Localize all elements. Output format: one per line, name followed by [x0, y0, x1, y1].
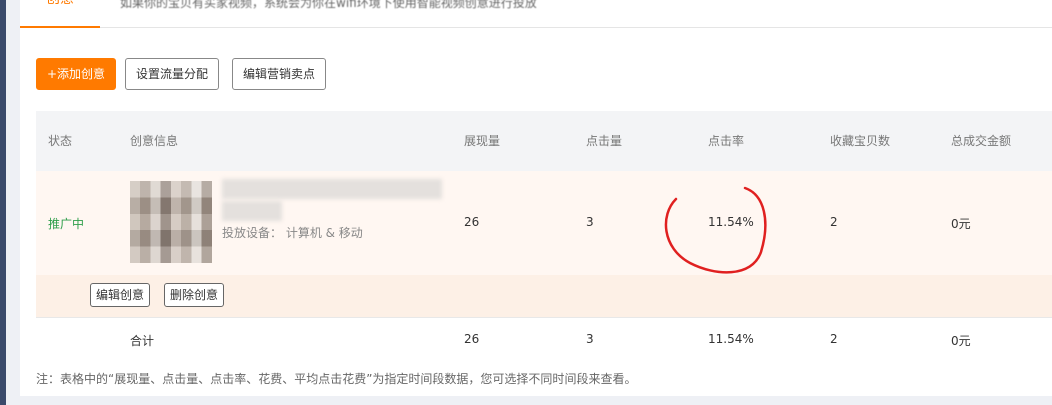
creative-panel: 创意 如果你的宝贝有买家视频，系统会为你在wifi环境下使用智能视频创意进行投放… — [20, 0, 1052, 396]
row-clicks: 3 — [586, 215, 594, 229]
redacted-subtitle — [222, 201, 282, 221]
total-ctr: 11.54% — [708, 332, 754, 346]
total-clicks: 3 — [586, 332, 594, 346]
row-favorites: 2 — [830, 215, 838, 229]
status-badge: 推广中 — [48, 217, 85, 231]
edit-creative-button[interactable]: 编辑创意 — [90, 283, 151, 307]
header-status: 状态 — [48, 134, 73, 148]
total-gmv: 0元 — [951, 334, 971, 348]
header-favorites: 收藏宝贝数 — [830, 134, 891, 148]
tab-bar: 创意 如果你的宝贝有买家视频，系统会为你在wifi环境下使用智能视频创意进行投放 — [20, 0, 1052, 28]
total-label: 合计 — [130, 334, 155, 348]
table-total-row: 合计 26 3 11.54% 2 0元 — [36, 317, 1052, 361]
add-creative-button[interactable]: +添加创意 — [36, 58, 117, 90]
header-gmv: 总成交金额 — [951, 134, 1012, 148]
row-actions: 编辑创意 删除创意 — [36, 275, 1052, 317]
table-footnote: 注：表格中的“展现量、点击量、点击率、花费、平均点击花费”为指定时间段数据，您可… — [36, 372, 637, 386]
header-creative-info: 创意信息 — [130, 134, 179, 148]
video-notice: 如果你的宝贝有买家视频，系统会为你在wifi环境下使用智能视频创意进行投放 — [120, 0, 537, 10]
row-ctr: 11.54% — [708, 215, 754, 229]
edit-selling-points-button[interactable]: 编辑营销卖点 — [232, 58, 327, 90]
row-gmv: 0元 — [951, 217, 971, 231]
redacted-title — [222, 179, 442, 199]
set-traffic-button[interactable]: 设置流量分配 — [125, 58, 220, 90]
left-nav-edge — [0, 0, 6, 405]
row-impressions: 26 — [464, 215, 480, 229]
header-impressions: 展现量 — [464, 134, 501, 148]
header-clicks: 点击量 — [586, 134, 623, 148]
creative-thumbnail[interactable] — [130, 181, 212, 263]
tab-creative-label: 创意 — [46, 0, 74, 6]
table-row: 推广中 投放设备： 计算机 & 移动 26 3 11.54% 2 0元 — [36, 171, 1052, 275]
table-header: 状态 创意信息 展现量 点击量 点击率 收藏宝贝数 总成交金额 — [36, 111, 1052, 171]
delete-creative-button[interactable]: 删除创意 — [164, 283, 225, 307]
tab-creative[interactable]: 创意 — [20, 0, 100, 28]
total-impressions: 26 — [464, 332, 480, 346]
device-info: 投放设备： 计算机 & 移动 — [222, 226, 363, 240]
total-favorites: 2 — [830, 332, 838, 346]
header-ctr: 点击率 — [708, 134, 745, 148]
